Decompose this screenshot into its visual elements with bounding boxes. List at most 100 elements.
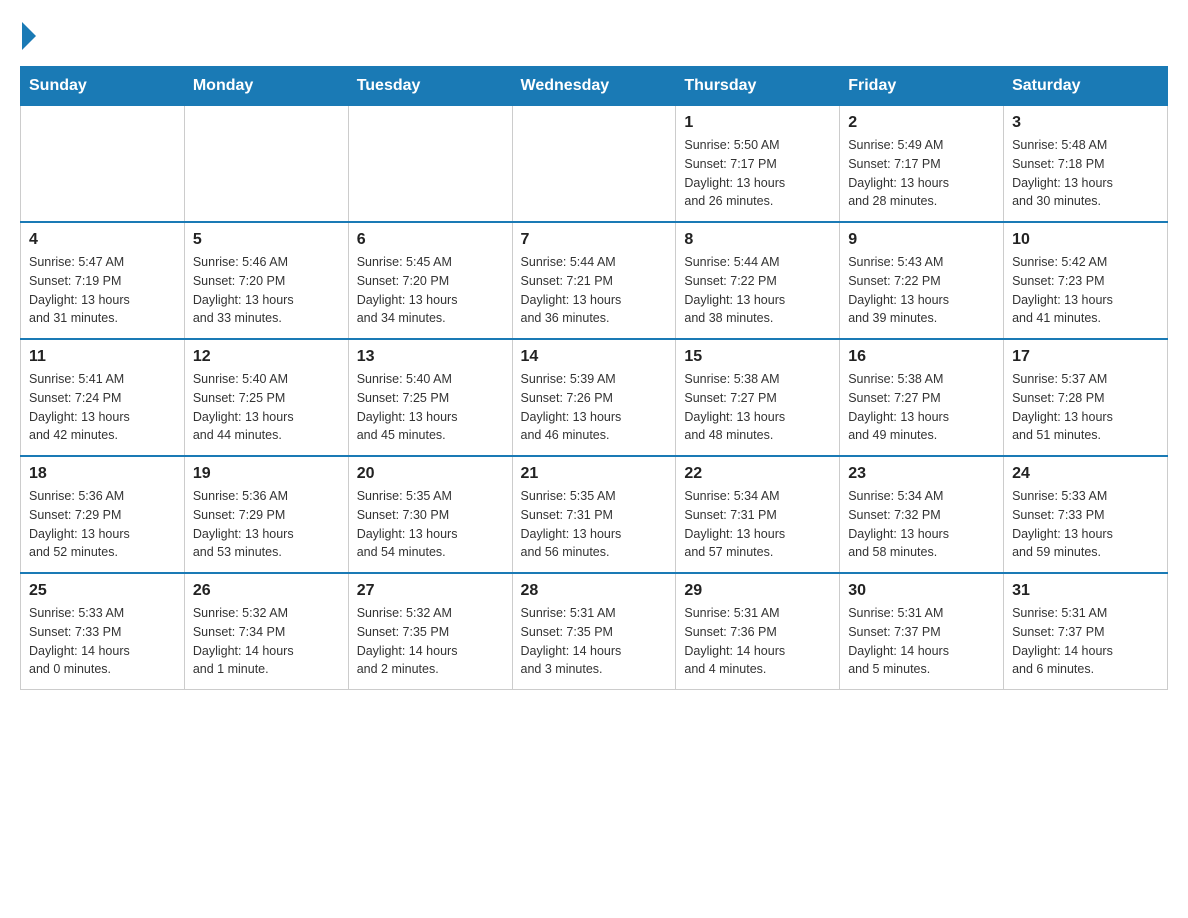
day-info: Sunrise: 5:31 AM Sunset: 7:37 PM Dayligh… — [848, 604, 995, 679]
calendar-day-cell: 25 Sunrise: 5:33 AM Sunset: 7:33 PM Dayli… — [21, 573, 185, 690]
calendar-header-row: Sunday Monday Tuesday Wednesday Thursday… — [21, 67, 1168, 106]
calendar-day-cell: 29 Sunrise: 5:31 AM Sunset: 7:36 PM Dayli… — [676, 573, 840, 690]
col-thursday: Thursday — [676, 67, 840, 106]
calendar-day-cell: 31 Sunrise: 5:31 AM Sunset: 7:37 PM Dayli… — [1004, 573, 1168, 690]
day-number: 21 — [521, 465, 668, 483]
day-number: 5 — [193, 231, 340, 249]
day-number: 13 — [357, 348, 504, 366]
calendar-day-cell: 2Sunrise: 5:49 AM Sunset: 7:17 PM Daylig… — [840, 106, 1004, 223]
day-number: 19 — [193, 465, 340, 483]
calendar-day-cell: 18 Sunrise: 5:36 AM Sunset: 7:29 PM Dayli… — [21, 456, 185, 573]
calendar-day-cell: 1Sunrise: 5:50 AM Sunset: 7:17 PM Daylig… — [676, 106, 840, 223]
col-tuesday: Tuesday — [348, 67, 512, 106]
day-number: 8 — [684, 231, 831, 249]
logo — [20, 20, 36, 46]
day-info: Sunrise: 5:41 AM Sunset: 7:24 PM Dayligh… — [29, 370, 176, 445]
col-friday: Friday — [840, 67, 1004, 106]
calendar-week-row: 18 Sunrise: 5:36 AM Sunset: 7:29 PM Dayli… — [21, 456, 1168, 573]
calendar-day-cell: 10 Sunrise: 5:42 AM Sunset: 7:23 PM Dayli… — [1004, 222, 1168, 339]
day-number: 16 — [848, 348, 995, 366]
calendar-week-row: 11 Sunrise: 5:41 AM Sunset: 7:24 PM Dayli… — [21, 339, 1168, 456]
logo-arrow-icon — [22, 22, 36, 50]
day-info: Sunrise: 5:35 AM Sunset: 7:31 PM Dayligh… — [521, 487, 668, 562]
day-number: 23 — [848, 465, 995, 483]
calendar-day-cell: 24 Sunrise: 5:33 AM Sunset: 7:33 PM Dayli… — [1004, 456, 1168, 573]
day-number: 20 — [357, 465, 504, 483]
day-info: Sunrise: 5:37 AM Sunset: 7:28 PM Dayligh… — [1012, 370, 1159, 445]
day-number: 24 — [1012, 465, 1159, 483]
day-number: 18 — [29, 465, 176, 483]
day-info: Sunrise: 5:33 AM Sunset: 7:33 PM Dayligh… — [1012, 487, 1159, 562]
day-number: 29 — [684, 582, 831, 600]
day-info: Sunrise: 5:32 AM Sunset: 7:35 PM Dayligh… — [357, 604, 504, 679]
calendar-day-cell: 28Sunrise: 5:31 AM Sunset: 7:35 PM Dayli… — [512, 573, 676, 690]
calendar-day-cell: 27 Sunrise: 5:32 AM Sunset: 7:35 PM Dayli… — [348, 573, 512, 690]
day-number: 25 — [29, 582, 176, 600]
day-number: 26 — [193, 582, 340, 600]
day-number: 12 — [193, 348, 340, 366]
calendar-day-cell: 7 Sunrise: 5:44 AM Sunset: 7:21 PM Daylig… — [512, 222, 676, 339]
col-wednesday: Wednesday — [512, 67, 676, 106]
calendar-day-cell: 22 Sunrise: 5:34 AM Sunset: 7:31 PM Dayli… — [676, 456, 840, 573]
day-info: Sunrise: 5:47 AM Sunset: 7:19 PM Dayligh… — [29, 253, 176, 328]
calendar-day-cell — [184, 106, 348, 223]
day-number: 17 — [1012, 348, 1159, 366]
calendar-day-cell: 19Sunrise: 5:36 AM Sunset: 7:29 PM Dayli… — [184, 456, 348, 573]
calendar-table: Sunday Monday Tuesday Wednesday Thursday… — [20, 66, 1168, 690]
calendar-day-cell: 6Sunrise: 5:45 AM Sunset: 7:20 PM Daylig… — [348, 222, 512, 339]
col-saturday: Saturday — [1004, 67, 1168, 106]
page-header — [20, 20, 1168, 46]
day-number: 10 — [1012, 231, 1159, 249]
calendar-week-row: 4Sunrise: 5:47 AM Sunset: 7:19 PM Daylig… — [21, 222, 1168, 339]
calendar-day-cell: 13 Sunrise: 5:40 AM Sunset: 7:25 PM Dayli… — [348, 339, 512, 456]
calendar-day-cell: 15 Sunrise: 5:38 AM Sunset: 7:27 PM Dayli… — [676, 339, 840, 456]
day-info: Sunrise: 5:42 AM Sunset: 7:23 PM Dayligh… — [1012, 253, 1159, 328]
day-number: 6 — [357, 231, 504, 249]
day-number: 15 — [684, 348, 831, 366]
calendar-day-cell: 4Sunrise: 5:47 AM Sunset: 7:19 PM Daylig… — [21, 222, 185, 339]
day-info: Sunrise: 5:44 AM Sunset: 7:22 PM Dayligh… — [684, 253, 831, 328]
calendar-week-row: 1Sunrise: 5:50 AM Sunset: 7:17 PM Daylig… — [21, 106, 1168, 223]
day-number: 27 — [357, 582, 504, 600]
calendar-day-cell: 14 Sunrise: 5:39 AM Sunset: 7:26 PM Dayli… — [512, 339, 676, 456]
day-info: Sunrise: 5:39 AM Sunset: 7:26 PM Dayligh… — [521, 370, 668, 445]
day-info: Sunrise: 5:40 AM Sunset: 7:25 PM Dayligh… — [193, 370, 340, 445]
day-number: 7 — [521, 231, 668, 249]
calendar-day-cell: 26 Sunrise: 5:32 AM Sunset: 7:34 PM Dayli… — [184, 573, 348, 690]
day-info: Sunrise: 5:31 AM Sunset: 7:37 PM Dayligh… — [1012, 604, 1159, 679]
day-info: Sunrise: 5:32 AM Sunset: 7:34 PM Dayligh… — [193, 604, 340, 679]
col-sunday: Sunday — [21, 67, 185, 106]
day-info: Sunrise: 5:34 AM Sunset: 7:31 PM Dayligh… — [684, 487, 831, 562]
day-number: 28 — [521, 582, 668, 600]
day-number: 14 — [521, 348, 668, 366]
calendar-day-cell: 21 Sunrise: 5:35 AM Sunset: 7:31 PM Dayli… — [512, 456, 676, 573]
day-info: Sunrise: 5:49 AM Sunset: 7:17 PM Dayligh… — [848, 136, 995, 211]
calendar-day-cell: 30Sunrise: 5:31 AM Sunset: 7:37 PM Dayli… — [840, 573, 1004, 690]
day-number: 11 — [29, 348, 176, 366]
day-info: Sunrise: 5:50 AM Sunset: 7:17 PM Dayligh… — [684, 136, 831, 211]
day-info: Sunrise: 5:48 AM Sunset: 7:18 PM Dayligh… — [1012, 136, 1159, 211]
calendar-day-cell: 8 Sunrise: 5:44 AM Sunset: 7:22 PM Daylig… — [676, 222, 840, 339]
calendar-day-cell: 17 Sunrise: 5:37 AM Sunset: 7:28 PM Dayli… — [1004, 339, 1168, 456]
day-info: Sunrise: 5:35 AM Sunset: 7:30 PM Dayligh… — [357, 487, 504, 562]
calendar-day-cell: 3 Sunrise: 5:48 AM Sunset: 7:18 PM Daylig… — [1004, 106, 1168, 223]
day-info: Sunrise: 5:38 AM Sunset: 7:27 PM Dayligh… — [684, 370, 831, 445]
calendar-week-row: 25 Sunrise: 5:33 AM Sunset: 7:33 PM Dayli… — [21, 573, 1168, 690]
day-info: Sunrise: 5:31 AM Sunset: 7:36 PM Dayligh… — [684, 604, 831, 679]
day-info: Sunrise: 5:40 AM Sunset: 7:25 PM Dayligh… — [357, 370, 504, 445]
day-number: 31 — [1012, 582, 1159, 600]
day-number: 9 — [848, 231, 995, 249]
day-info: Sunrise: 5:44 AM Sunset: 7:21 PM Dayligh… — [521, 253, 668, 328]
calendar-day-cell: 9Sunrise: 5:43 AM Sunset: 7:22 PM Daylig… — [840, 222, 1004, 339]
day-number: 22 — [684, 465, 831, 483]
col-monday: Monday — [184, 67, 348, 106]
calendar-day-cell: 23Sunrise: 5:34 AM Sunset: 7:32 PM Dayli… — [840, 456, 1004, 573]
calendar-day-cell — [21, 106, 185, 223]
day-info: Sunrise: 5:36 AM Sunset: 7:29 PM Dayligh… — [29, 487, 176, 562]
day-info: Sunrise: 5:33 AM Sunset: 7:33 PM Dayligh… — [29, 604, 176, 679]
calendar-day-cell — [348, 106, 512, 223]
day-info: Sunrise: 5:38 AM Sunset: 7:27 PM Dayligh… — [848, 370, 995, 445]
calendar-day-cell: 16 Sunrise: 5:38 AM Sunset: 7:27 PM Dayli… — [840, 339, 1004, 456]
calendar-day-cell: 11 Sunrise: 5:41 AM Sunset: 7:24 PM Dayli… — [21, 339, 185, 456]
day-number: 3 — [1012, 114, 1159, 132]
